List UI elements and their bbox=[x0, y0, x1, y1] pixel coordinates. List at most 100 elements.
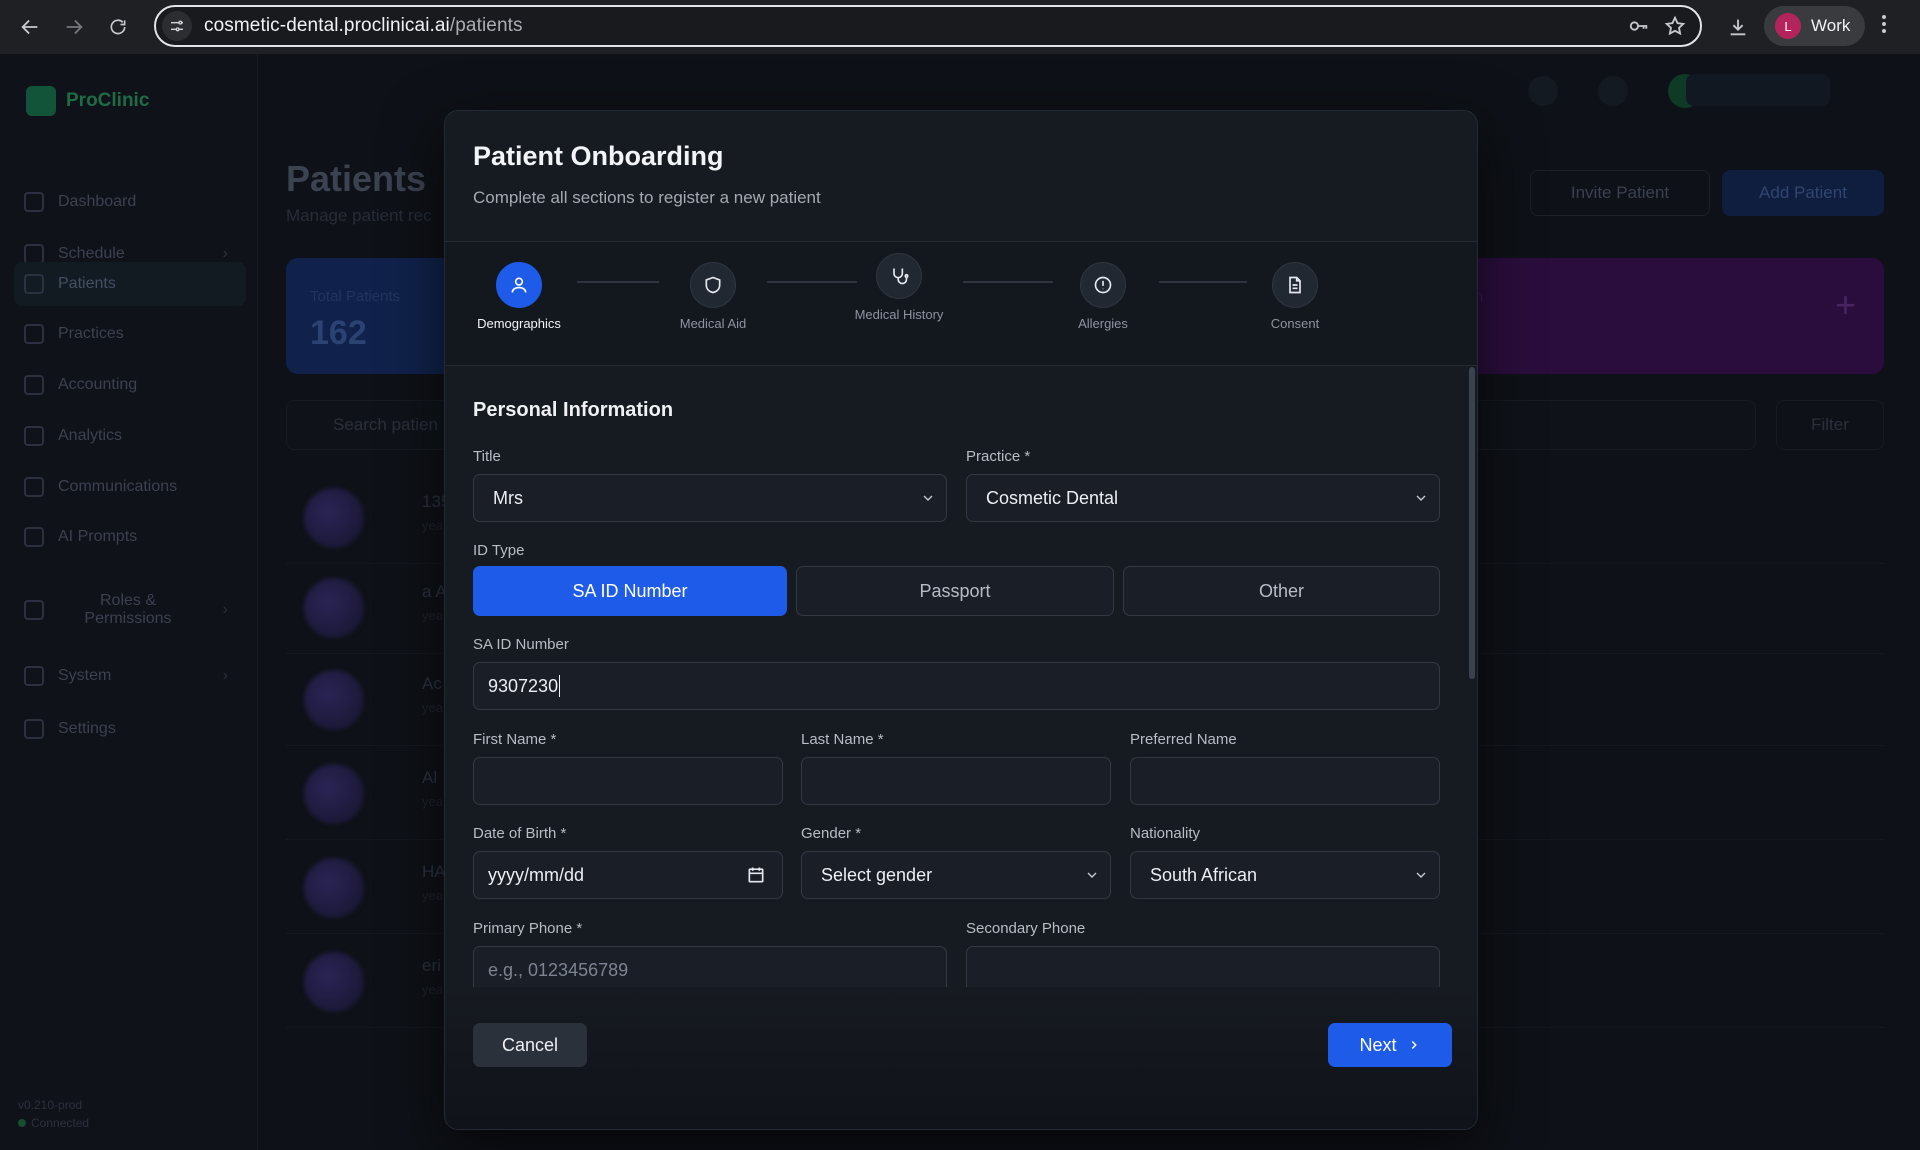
sidebar-item-analytics[interactable]: Analytics bbox=[14, 414, 246, 458]
alert-circle-icon bbox=[1080, 262, 1126, 308]
topbar-user-menu[interactable] bbox=[1686, 74, 1830, 106]
user-icon bbox=[496, 262, 542, 308]
title-label: Title bbox=[473, 448, 501, 465]
last-name-input[interactable] bbox=[801, 757, 1111, 805]
notification-icon[interactable] bbox=[1598, 76, 1628, 106]
modal-subtitle: Complete all sections to register a new … bbox=[473, 188, 821, 207]
next-button[interactable]: Next bbox=[1328, 1023, 1452, 1067]
activity-icon bbox=[24, 666, 44, 686]
step-connector bbox=[963, 281, 1053, 283]
step-medical-history[interactable]: Medical History bbox=[839, 253, 959, 323]
stat-card-month: onth + bbox=[1440, 258, 1884, 374]
id-type-label: ID Type bbox=[473, 542, 525, 559]
forward-icon[interactable] bbox=[52, 5, 96, 49]
page-subtitle: Manage patient rec bbox=[286, 206, 432, 225]
sidebar-item-system[interactable]: System › bbox=[14, 654, 246, 698]
onboarding-stepper: Demographics Medical Aid Medical History… bbox=[445, 242, 1477, 366]
bookmark-star-icon[interactable] bbox=[1664, 15, 1686, 37]
password-key-icon[interactable] bbox=[1628, 15, 1650, 37]
title-select[interactable]: Mrs bbox=[473, 474, 947, 522]
sparkle-icon bbox=[24, 527, 44, 547]
chevron-right-icon: › bbox=[222, 245, 228, 262]
step-connector bbox=[577, 281, 659, 283]
gear-icon bbox=[24, 719, 44, 739]
primary-phone-label: Primary Phone * bbox=[473, 920, 583, 937]
chevron-right-icon: › bbox=[222, 601, 228, 618]
stethoscope-icon bbox=[876, 253, 922, 299]
sidebar-item-settings[interactable]: Settings bbox=[14, 707, 246, 751]
dob-input[interactable]: yyyy/mm/dd bbox=[473, 851, 783, 899]
id-type-other-button[interactable]: Other bbox=[1123, 566, 1440, 616]
sidebar-item-dashboard[interactable]: Dashboard bbox=[14, 180, 246, 224]
practice-label: Practice * bbox=[966, 448, 1031, 465]
sidebar-item-accounting[interactable]: Accounting bbox=[14, 363, 246, 407]
kebab-menu-icon[interactable] bbox=[1880, 12, 1888, 36]
step-allergies[interactable]: Allergies bbox=[1043, 262, 1163, 332]
plus-icon[interactable]: + bbox=[1835, 284, 1856, 326]
chevron-right-icon: › bbox=[222, 667, 228, 684]
last-name-label: Last Name * bbox=[801, 731, 884, 748]
site-settings-icon[interactable] bbox=[162, 11, 192, 41]
chevron-down-icon bbox=[1084, 867, 1100, 883]
bell-icon[interactable] bbox=[1528, 76, 1558, 106]
document-icon bbox=[1272, 262, 1318, 308]
first-name-input[interactable] bbox=[473, 757, 783, 805]
browser-chrome: cosmetic-dental.proclinicai.ai/patients … bbox=[0, 0, 1920, 54]
dob-label: Date of Birth * bbox=[473, 825, 567, 842]
sidebar-item-ai-prompts[interactable]: AI Prompts bbox=[14, 515, 246, 559]
chevron-down-icon bbox=[1413, 490, 1429, 506]
sidebar-item-roles[interactable]: Roles & Permissions › bbox=[14, 580, 246, 640]
practice-select[interactable]: Cosmetic Dental bbox=[966, 474, 1440, 522]
profile-button[interactable]: L Work bbox=[1764, 6, 1865, 46]
version-info: v0.210-prod Connected bbox=[18, 1098, 90, 1130]
back-icon[interactable] bbox=[8, 5, 52, 49]
dashboard-icon bbox=[24, 192, 44, 212]
sidebar-item-communications[interactable]: Communications bbox=[14, 465, 246, 509]
shield-icon bbox=[690, 262, 736, 308]
sa-id-input[interactable]: 9307230 bbox=[473, 662, 1440, 710]
step-connector bbox=[1159, 281, 1247, 283]
step-demographics[interactable]: Demographics bbox=[459, 262, 579, 332]
invite-patient-button[interactable]: Invite Patient bbox=[1530, 170, 1710, 216]
stat-card-total: Total Patients 162 bbox=[286, 258, 470, 374]
profile-name: Work bbox=[1811, 16, 1851, 35]
sidebar: ProClinic Dashboard Schedule › Patients P… bbox=[0, 54, 258, 1150]
cancel-button[interactable]: Cancel bbox=[473, 1023, 587, 1067]
modal-scrollbar[interactable] bbox=[1469, 367, 1475, 679]
id-type-sa-id-button[interactable]: SA ID Number bbox=[473, 566, 787, 616]
page-title: Patients bbox=[286, 158, 427, 199]
chevron-down-icon bbox=[920, 490, 936, 506]
step-connector bbox=[767, 281, 857, 283]
calendar-icon[interactable] bbox=[746, 865, 766, 885]
nationality-select[interactable]: South African bbox=[1130, 851, 1440, 899]
mail-icon bbox=[24, 477, 44, 497]
sidebar-item-patients[interactable]: Patients bbox=[14, 262, 246, 306]
id-type-passport-button[interactable]: Passport bbox=[796, 566, 1114, 616]
modal-title: Patient Onboarding bbox=[473, 141, 724, 171]
reload-icon[interactable] bbox=[96, 5, 140, 49]
filter-button[interactable]: Filter bbox=[1776, 400, 1884, 450]
shield-icon bbox=[24, 600, 44, 620]
patient-onboarding-modal: Patient Onboarding Complete all sections… bbox=[444, 110, 1478, 1130]
chevron-right-icon bbox=[1407, 1038, 1421, 1052]
preferred-name-input[interactable] bbox=[1130, 757, 1440, 805]
preferred-name-label: Preferred Name bbox=[1130, 731, 1237, 748]
section-title: Personal Information bbox=[473, 399, 674, 421]
sidebar-item-practices[interactable]: Practices bbox=[14, 312, 246, 356]
download-icon[interactable] bbox=[1720, 9, 1756, 45]
address-bar[interactable]: cosmetic-dental.proclinicai.ai/patients bbox=[154, 5, 1702, 47]
sa-id-label: SA ID Number bbox=[473, 636, 569, 653]
step-consent[interactable]: Consent bbox=[1235, 262, 1355, 332]
logo: ProClinic bbox=[26, 86, 149, 116]
gender-select[interactable]: Select gender bbox=[801, 851, 1111, 899]
url-text: cosmetic-dental.proclinicai.ai/patients bbox=[204, 15, 523, 36]
step-medical-aid[interactable]: Medical Aid bbox=[653, 262, 773, 332]
secondary-phone-label: Secondary Phone bbox=[966, 920, 1086, 937]
wallet-icon bbox=[24, 375, 44, 395]
first-name-label: First Name * bbox=[473, 731, 557, 748]
add-patient-button[interactable]: Add Patient bbox=[1722, 170, 1884, 216]
nationality-label: Nationality bbox=[1130, 825, 1201, 842]
chevron-down-icon bbox=[1413, 867, 1429, 883]
bar-chart-icon bbox=[24, 426, 44, 446]
gender-label: Gender * bbox=[801, 825, 862, 842]
